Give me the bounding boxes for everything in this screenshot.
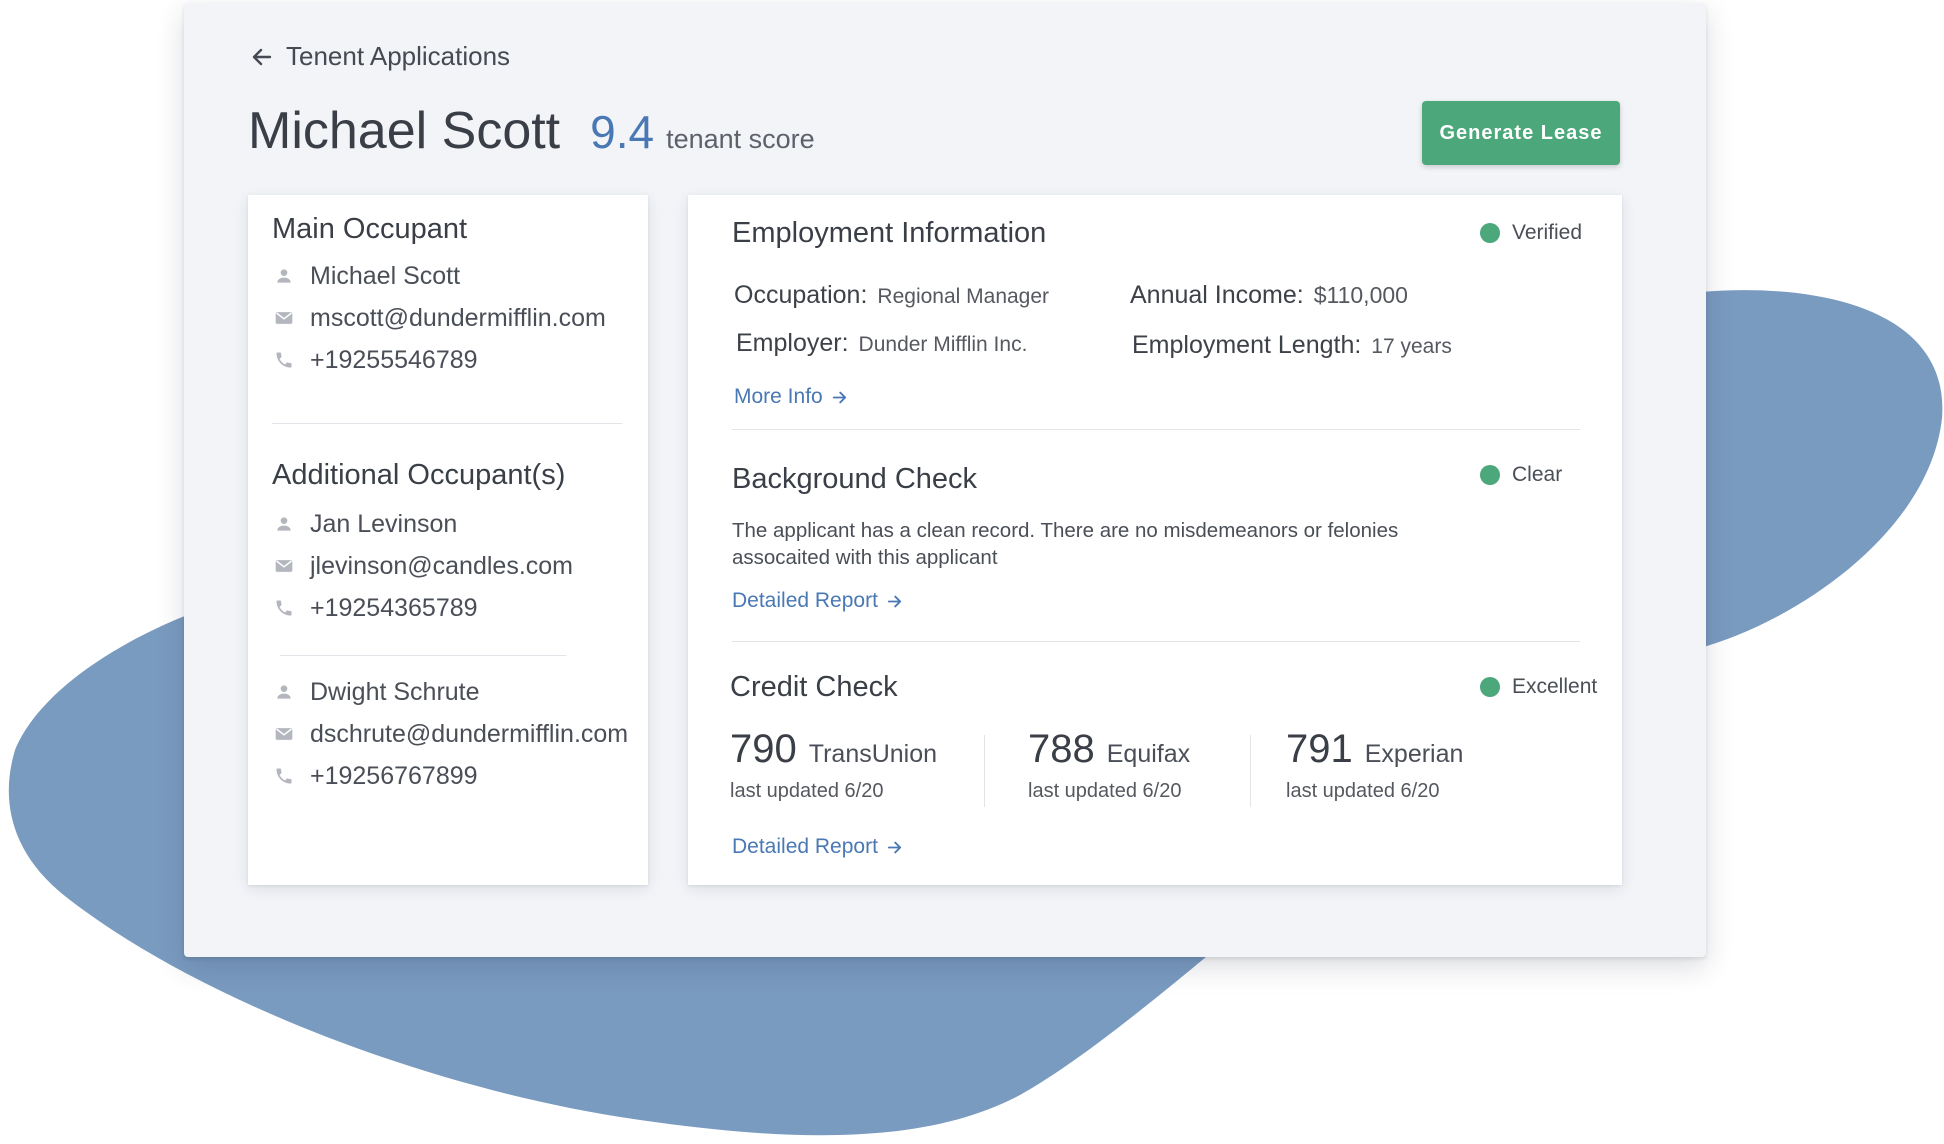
breadcrumb[interactable]: Tenent Applications	[250, 41, 510, 72]
occupant-email[interactable]: jlevinson@candles.com	[310, 552, 573, 581]
additional-occupant: Dwight Schrute dschrute@dundermifflin.co…	[274, 671, 628, 797]
credit-score-value: 790	[730, 727, 797, 771]
credit-check-title: Credit Check	[730, 671, 898, 703]
credit-bureau: Experian	[1364, 740, 1464, 768]
score-separator	[1250, 735, 1251, 807]
credit-score-value: 791	[1286, 727, 1353, 771]
main-occupant-title: Main Occupant	[272, 213, 468, 245]
more-info-label: More Info	[734, 385, 823, 408]
credit-report-link[interactable]: Detailed Report	[732, 835, 903, 859]
credit-bureau: TransUnion	[808, 740, 938, 768]
credit-updated: last updated 6/20	[730, 780, 884, 802]
status-dot	[1480, 223, 1500, 243]
divider	[272, 423, 622, 424]
income-label: Annual Income:	[1130, 281, 1304, 309]
credit-status: Excellent	[1480, 675, 1597, 699]
length-field: Employment Length: 17 years	[1132, 331, 1452, 360]
credit-score-equifax: 788 Equifax last updated 6/20	[1028, 727, 1190, 803]
background-report-label: Detailed Report	[732, 589, 878, 612]
occupant-name: Dwight Schrute	[310, 677, 480, 706]
score-separator	[984, 735, 985, 807]
mail-icon	[275, 312, 293, 324]
tenant-score-value: 9.4	[590, 106, 655, 158]
employer-field: Employer: Dunder Mifflin Inc.	[736, 329, 1027, 358]
occupant-name-row: Dwight Schrute	[274, 671, 628, 713]
occupant-email-row: dschrute@dundermifflin.com	[274, 713, 628, 755]
arrow-left-icon	[252, 48, 272, 65]
credit-bureau: Equifax	[1106, 740, 1191, 768]
occupant-name-row: Michael Scott	[274, 255, 606, 297]
occupant-name: Michael Scott	[310, 261, 461, 290]
additional-occupants-title: Additional Occupant(s)	[272, 459, 566, 491]
phone-icon	[276, 600, 292, 616]
breadcrumb-label: Tenent Applications	[286, 41, 511, 71]
status-dot	[1480, 465, 1500, 485]
background-report-link[interactable]: Detailed Report	[732, 589, 903, 613]
status-dot	[1480, 677, 1500, 697]
employment-status: Verified	[1480, 221, 1582, 245]
occupant-phone[interactable]: +19254365789	[310, 594, 478, 623]
applicant-name: Michael Scott	[248, 102, 561, 160]
occupant-phone[interactable]: +19255546789	[310, 346, 478, 375]
credit-updated: last updated 6/20	[1286, 780, 1440, 802]
occupation-label: Occupation:	[734, 281, 868, 309]
credit-score-value: 788	[1028, 727, 1095, 771]
divider	[280, 655, 566, 656]
occupation-value: Regional Manager	[877, 285, 1050, 308]
credit-report-label: Detailed Report	[732, 835, 878, 858]
background-check-title: Background Check	[732, 463, 978, 495]
person-icon	[277, 685, 291, 699]
credit-status-label: Excellent	[1512, 675, 1598, 698]
tenant-score-label: tenant score	[666, 124, 815, 154]
screening-card: Employment Information Verified Occupati…	[688, 195, 1622, 885]
divider	[732, 641, 1580, 642]
occupant-phone-row: +19254365789	[274, 587, 573, 629]
main-occupant: Michael Scott mscott@dundermifflin.com +…	[274, 255, 606, 381]
occupant-email-row: mscott@dundermifflin.com	[274, 297, 606, 339]
occupant-phone[interactable]: +19256767899	[310, 762, 478, 791]
occupant-email-row: jlevinson@candles.com	[274, 545, 573, 587]
occupant-email[interactable]: mscott@dundermifflin.com	[310, 304, 606, 333]
occupant-name: Jan Levinson	[310, 509, 458, 538]
length-value: 17 years	[1371, 335, 1452, 358]
arrow-right-icon	[832, 391, 846, 403]
generate-lease-button[interactable]: Generate Lease	[1422, 101, 1620, 165]
more-info-link[interactable]: More Info	[734, 385, 848, 409]
person-icon	[277, 517, 291, 531]
application-window: Tenent Applications Michael Scott 9.4 te…	[184, 3, 1706, 957]
occupant-phone-row: +19256767899	[274, 755, 628, 797]
background-status-label: Clear	[1512, 463, 1563, 486]
mail-icon	[275, 728, 293, 740]
credit-updated: last updated 6/20	[1028, 780, 1182, 802]
additional-occupant: Jan Levinson jlevinson@candles.com +1925…	[274, 503, 573, 629]
employment-status-label: Verified	[1512, 221, 1583, 244]
arrow-right-icon	[887, 595, 902, 607]
person-icon	[277, 269, 291, 283]
occupant-phone-row: +19255546789	[274, 339, 606, 381]
arrow-right-icon	[887, 841, 902, 853]
length-label: Employment Length:	[1132, 331, 1362, 359]
occupants-card: Main Occupant Michael Scott mscott@dunde…	[248, 195, 648, 885]
title-row: Michael Scott 9.4 tenant score	[248, 101, 815, 161]
employment-title: Employment Information	[732, 217, 1047, 249]
credit-score-experian: 791 Experian last updated 6/20	[1286, 727, 1463, 803]
phone-icon	[276, 352, 292, 368]
background-description: The applicant has a clean record. There …	[732, 519, 1399, 569]
employer-value: Dunder Mifflin Inc.	[858, 333, 1028, 356]
divider	[732, 429, 1580, 430]
mail-icon	[275, 560, 293, 572]
phone-icon	[276, 768, 292, 784]
income-field: Annual Income: $110,000	[1130, 281, 1408, 310]
credit-score-transunion: 790 TransUnion last updated 6/20	[730, 727, 937, 803]
occupation-field: Occupation: Regional Manager	[734, 281, 1049, 310]
background-status: Clear	[1480, 463, 1562, 487]
occupant-name-row: Jan Levinson	[274, 503, 573, 545]
employer-label: Employer:	[736, 329, 849, 357]
occupant-email[interactable]: dschrute@dundermifflin.com	[310, 720, 628, 749]
income-value: $110,000	[1313, 282, 1408, 308]
